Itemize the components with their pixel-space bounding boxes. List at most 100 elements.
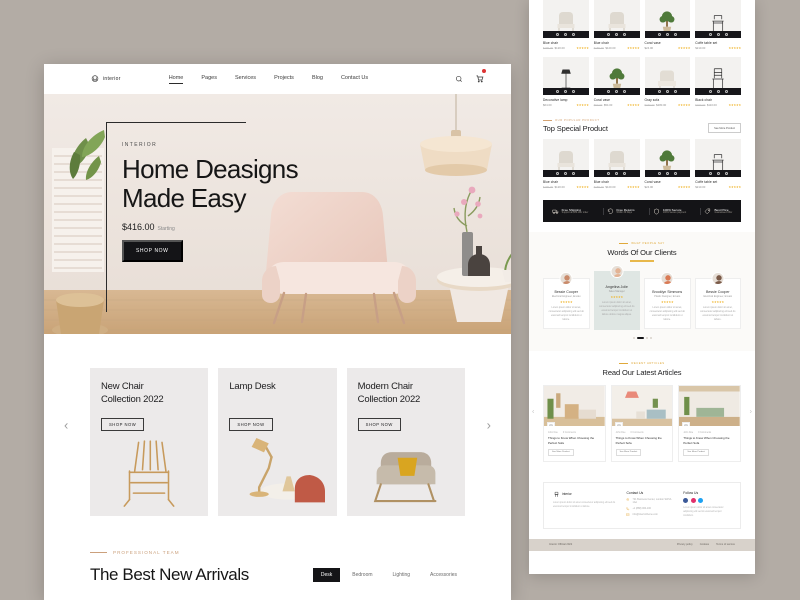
product-hover-actions[interactable]	[644, 31, 691, 38]
product-hover-actions[interactable]	[695, 88, 741, 95]
footer-link[interactable]: Cookies	[700, 543, 709, 546]
arrivals-tab-accessories[interactable]: Accessories	[422, 568, 465, 582]
category-illustration	[347, 432, 465, 510]
product-hover-actions[interactable]	[543, 88, 589, 95]
category-card[interactable]: New Chair Collection 2022 SHOP NOW	[90, 368, 209, 516]
avatar	[660, 272, 674, 285]
footer-link[interactable]: Privacy policy	[677, 543, 693, 546]
phone-icon	[626, 507, 630, 511]
nav-link-services[interactable]: Services	[235, 75, 256, 83]
wishlist-icon	[607, 90, 611, 93]
product-card[interactable]: Blue chair $180.00 $120.00 ★★★★★	[543, 0, 589, 50]
wishlist-icon	[556, 172, 560, 175]
product-hover-actions[interactable]	[543, 170, 589, 177]
carousel-prev-arrow[interactable]: ‹	[64, 419, 68, 432]
product-card[interactable]: Coral vase $24.00 ★★★★★	[644, 0, 691, 50]
article-read-more-button[interactable]: See More Product	[548, 448, 574, 456]
product-rating: ★★★★★	[576, 103, 589, 107]
instagram-icon[interactable]	[690, 497, 696, 503]
dot[interactable]	[649, 337, 652, 340]
nav-link-contact-us[interactable]: Contact Us	[341, 75, 368, 83]
quickview-icon	[564, 90, 568, 93]
article-card[interactable]: John Doe 0 Comments Things to Know When C…	[678, 385, 741, 462]
product-card[interactable]: Black chair $150.00 $110.00 ★★★★★	[695, 57, 741, 107]
product-thumbnail	[695, 57, 741, 95]
product-hover-actions[interactable]	[593, 170, 640, 177]
dot-active[interactable]	[636, 337, 644, 340]
brand-logo[interactable]: interior	[90, 74, 121, 84]
product-hover-actions[interactable]	[695, 170, 741, 177]
product-card[interactable]: Coffe table set $210.00 ★★★★★	[695, 139, 741, 189]
testimonial-card[interactable]: Angelina Jolie Sales Manager ★★★★★ Lorem…	[593, 265, 640, 331]
dot[interactable]	[645, 337, 648, 340]
testimonial-name: Brooklyn Simmons	[652, 289, 683, 294]
category-card[interactable]: Lamp Desk SHOP NOW	[218, 368, 337, 516]
facebook-icon[interactable]	[683, 497, 689, 503]
articles-next-arrow[interactable]: ›	[750, 409, 752, 416]
chair-logo-icon	[554, 491, 559, 497]
feature-item: Free Shipping Support all $50 over order	[549, 208, 592, 215]
see-more-product-button[interactable]: See More Product	[708, 123, 741, 133]
product-thumbnail	[695, 0, 741, 38]
product-name: Decorative lamp	[543, 97, 568, 102]
footer-contact-item[interactable]: info@interiortheme.com	[626, 513, 674, 517]
product-card[interactable]: Gray sofa $340.00 $280.00 ★★★★★	[644, 57, 691, 107]
articles-prev-arrow[interactable]: ‹	[532, 409, 534, 416]
article-author: John Doe	[683, 432, 694, 435]
search-icon[interactable]	[455, 75, 463, 83]
article-card[interactable]: John Doe 0 Comments Things to Know When C…	[610, 385, 674, 462]
testimonial-dots[interactable]	[543, 337, 741, 340]
product-grid-top: Blue chair $180.00 $120.00 ★★★★★ Blue cha…	[529, 0, 755, 50]
dot[interactable]	[632, 337, 635, 340]
nav-link-projects[interactable]: Projects	[274, 75, 294, 83]
arrivals-tab-lighting[interactable]: Lighting	[385, 568, 419, 582]
product-hover-actions[interactable]	[593, 88, 640, 95]
footer-contact-item[interactable]: 721 Business Center, London SW1A 1AA	[626, 498, 674, 505]
hero-shop-now-button[interactable]: SHOP NOW	[122, 240, 183, 263]
product-card[interactable]: Coral vase $90.00 $54.00 ★★★★★	[593, 57, 640, 107]
nav-links: Home Pages Services Projects Blog Contact Us	[168, 75, 368, 84]
product-hover-actions[interactable]	[593, 31, 640, 38]
testimonial-card[interactable]: Bessie Cooper Electrical Engineer, Envat…	[543, 272, 590, 330]
article-card[interactable]: John Doe 0 Comments Things to Know When C…	[543, 385, 606, 462]
feature-subtitle: Support all $50 over order	[561, 212, 589, 215]
title-underline	[630, 260, 654, 262]
product-hover-actions[interactable]	[644, 88, 691, 95]
cart-button[interactable]	[475, 68, 486, 88]
product-hover-actions[interactable]	[695, 31, 741, 38]
arrivals-tab-bedroom[interactable]: Bedroom	[344, 568, 380, 582]
category-shop-now-button[interactable]: SHOP NOW	[101, 418, 145, 431]
product-thumbnail	[644, 57, 691, 95]
product-card[interactable]: Blue chair $180.00 $120.00 ★★★★★	[593, 139, 640, 189]
product-name: Coral vase	[644, 179, 661, 184]
nav-link-pages[interactable]: Pages	[201, 75, 217, 83]
long-page-mockup: Blue chair $180.00 $120.00 ★★★★★ Blue cha…	[529, 0, 755, 574]
articles-title: Read Our Latest Articles	[602, 368, 682, 378]
product-hover-actions[interactable]	[543, 31, 589, 38]
product-hover-actions[interactable]	[644, 170, 691, 177]
category-card[interactable]: Modern Chair Collection 2022 SHOP NOW	[346, 368, 465, 516]
footer-link[interactable]: Terms of service	[716, 543, 735, 546]
product-card[interactable]: Coral vase $24.00 ★★★★★	[644, 139, 691, 189]
testimonial-card[interactable]: Bessie Cooper Electrical Engineer, Envat…	[694, 272, 741, 330]
arrivals-title: The Best New Arrivals	[90, 565, 249, 584]
nav-link-blog[interactable]: Blog	[312, 75, 323, 83]
testimonial-text: Lorem ipsum dolor sit amet, consectetur …	[700, 306, 736, 322]
article-read-more-button[interactable]: See More Product	[615, 448, 642, 456]
article-read-more-button[interactable]: See More Product	[683, 448, 709, 456]
product-rating: ★★★★★	[576, 46, 589, 50]
category-shop-now-button[interactable]: SHOP NOW	[357, 418, 401, 431]
footer-contact-text: info@interiortheme.com	[632, 513, 658, 517]
testimonial-card[interactable]: Brooklyn Simmons Plastic Designer, Envat…	[644, 272, 691, 330]
product-card[interactable]: Blue chair $180.00 $120.00 ★★★★★	[593, 0, 640, 50]
add-to-cart-icon	[724, 172, 728, 175]
nav-link-home[interactable]: Home	[168, 75, 183, 84]
carousel-next-arrow[interactable]: ›	[487, 419, 491, 432]
twitter-icon[interactable]	[698, 497, 704, 503]
quickview-icon	[564, 172, 568, 175]
product-card[interactable]: Decorative lamp $64.00 ★★★★★	[543, 57, 589, 107]
product-card[interactable]: Blue chair $180.00 $120.00 ★★★★★	[543, 139, 589, 189]
footer-contact-item[interactable]: +1 (888) 000-100	[626, 507, 674, 511]
product-card[interactable]: Coffe table set $210.00 ★★★★★	[695, 0, 741, 50]
arrivals-tab-desk[interactable]: Desk	[312, 568, 341, 582]
